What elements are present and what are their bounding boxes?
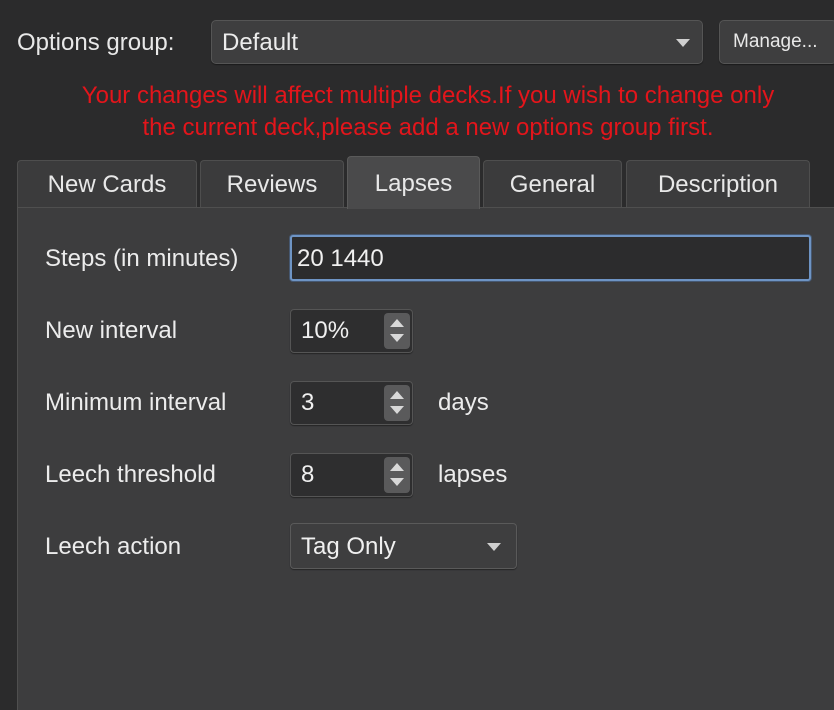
leech-threshold-spinbox[interactable]: 8	[290, 453, 413, 497]
shared-options-warning: Your changes will affect multiple decks.…	[0, 80, 834, 144]
steps-label: Steps (in minutes)	[45, 245, 239, 272]
tab-reviews[interactable]: Reviews	[200, 160, 344, 208]
options-group-label: Options group:	[17, 29, 175, 56]
tab-general[interactable]: General	[483, 160, 622, 208]
leech-threshold-unit: lapses	[438, 461, 508, 488]
minimum-interval-spinbox[interactable]: 3	[290, 381, 413, 425]
arrow-down-icon[interactable]	[390, 478, 404, 486]
steps-value: 20 1440	[297, 245, 384, 272]
tab-description[interactable]: Description	[626, 160, 810, 208]
minimum-interval-label: Minimum interval	[45, 389, 227, 416]
options-group-select[interactable]: Default	[211, 20, 703, 64]
options-group-value: Default	[222, 29, 299, 56]
new-interval-value: 10%	[301, 317, 350, 344]
leech-action-value: Tag Only	[301, 533, 396, 560]
chevron-down-icon	[487, 543, 501, 551]
leech-threshold-stepper[interactable]	[384, 457, 410, 493]
arrow-up-icon[interactable]	[390, 319, 404, 327]
warning-line-1: Your changes will affect multiple decks.…	[81, 82, 775, 109]
new-interval-stepper[interactable]	[384, 313, 410, 349]
warning-line-2: the current deck,please add a new option…	[142, 114, 714, 141]
new-interval-spinbox[interactable]: 10%	[290, 309, 413, 353]
steps-input[interactable]: 20 1440	[290, 235, 811, 281]
tab-new-cards[interactable]: New Cards	[17, 160, 197, 208]
deck-options-window: Options group: Default Manage... Your ch…	[0, 0, 834, 710]
new-interval-label: New interval	[45, 317, 178, 344]
leech-action-label: Leech action	[45, 533, 182, 560]
leech-threshold-value: 8	[301, 461, 315, 488]
manage-button[interactable]: Manage...	[719, 20, 834, 64]
tab-lapses[interactable]: Lapses	[347, 156, 480, 209]
lapses-panel	[17, 207, 834, 710]
minimum-interval-value: 3	[301, 389, 315, 416]
leech-threshold-label: Leech threshold	[45, 461, 216, 488]
arrow-up-icon[interactable]	[390, 391, 404, 399]
arrow-down-icon[interactable]	[390, 406, 404, 414]
leech-action-select[interactable]: Tag Only	[290, 523, 517, 569]
minimum-interval-stepper[interactable]	[384, 385, 410, 421]
chevron-down-icon	[676, 39, 690, 47]
arrow-down-icon[interactable]	[390, 334, 404, 342]
arrow-up-icon[interactable]	[390, 463, 404, 471]
minimum-interval-unit: days	[438, 389, 489, 416]
